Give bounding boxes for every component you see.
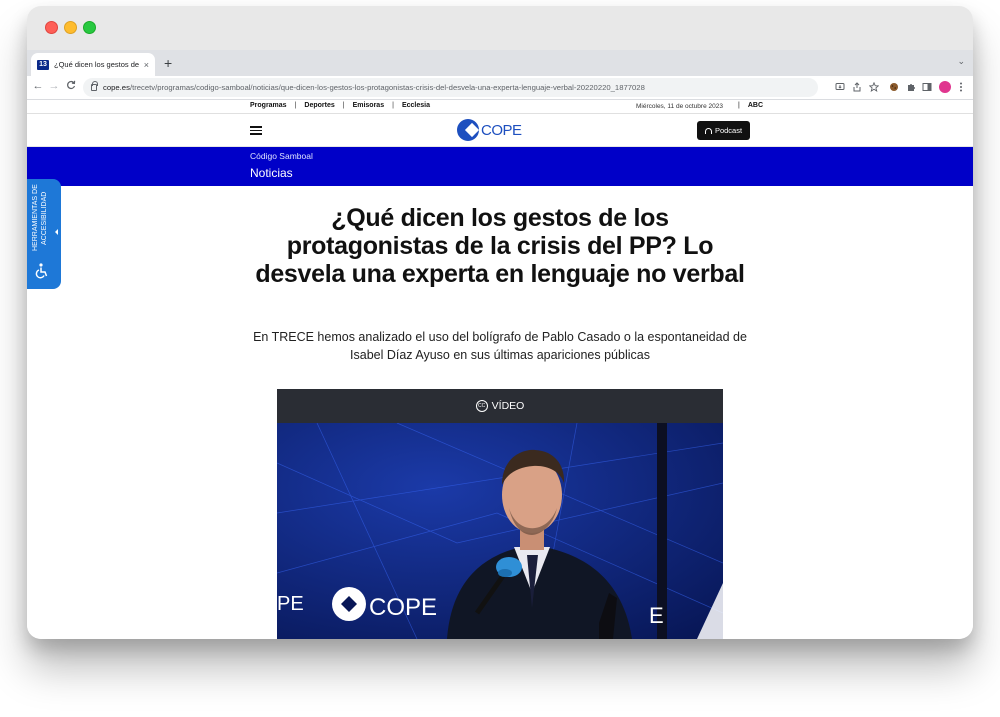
nav-link-programas[interactable]: Programas <box>250 102 287 109</box>
wheelchair-icon <box>35 263 48 279</box>
url-text[interactable]: cope.es/trecetv/programas/codigo-samboal… <box>103 83 645 92</box>
bookmark-star-icon[interactable] <box>868 81 880 94</box>
tab-article[interactable]: 13 ¿Qué dicen los gestos de los protagon… <box>31 53 155 76</box>
hamburger-menu-icon[interactable] <box>250 126 262 135</box>
lock-icon[interactable] <box>91 81 98 91</box>
reload-button[interactable] <box>64 80 78 93</box>
tab-search-chevron-icon[interactable]: ⌄ <box>957 56 965 67</box>
article-headline: ¿Qué dicen los gestos de los protagonist… <box>255 204 745 288</box>
minimize-window-button[interactable] <box>64 21 77 34</box>
program-link[interactable]: Código Samboal <box>250 151 313 161</box>
side-panel-icon[interactable] <box>922 82 932 94</box>
install-app-icon[interactable] <box>835 82 845 94</box>
maximize-window-button[interactable] <box>83 21 96 34</box>
site-header: COPE Podcast <box>27 114 973 147</box>
cope-logo-text: COPE <box>481 121 522 139</box>
video-player[interactable]: CC VÍDEO COPE PE E <box>277 389 723 639</box>
extension-cookie-icon[interactable] <box>889 82 899 94</box>
url-host: cope.es <box>103 83 130 92</box>
abc-link-wrapper: | ABC <box>738 102 763 109</box>
title-bar <box>27 6 973 50</box>
browser-menu-icon[interactable] <box>959 82 963 94</box>
share-icon[interactable] <box>852 82 862 94</box>
tab-close-icon[interactable]: × <box>144 60 149 70</box>
cope-logo-icon <box>457 119 479 141</box>
web-page: Programas | Deportes | Emisoras | Eccles… <box>27 100 973 639</box>
browser-window: 13 ¿Qué dicen los gestos de los protagon… <box>27 6 973 639</box>
backdrop-logo-text: COPE <box>369 594 437 621</box>
podcast-button[interactable]: Podcast <box>697 121 750 140</box>
video-cc-icon: CC <box>475 400 488 412</box>
abc-link[interactable]: ABC <box>748 102 763 109</box>
nav-link-deportes[interactable]: Deportes <box>304 102 334 109</box>
video-thumbnail[interactable]: COPE PE E <box>277 423 723 639</box>
nav-separator: | <box>294 102 297 109</box>
back-button[interactable]: ← <box>31 80 45 92</box>
tab-title: ¿Qué dicen los gestos de los protagonist… <box>54 60 140 69</box>
nav-link-ecclesia[interactable]: Ecclesia <box>402 102 430 109</box>
article-subheadline: En TRECE hemos analizado el uso del bolí… <box>253 330 747 362</box>
top-navigation: Programas | Deportes | Emisoras | Eccles… <box>27 100 973 114</box>
video-header: CC VÍDEO <box>277 389 723 423</box>
browser-toolbar: ← → cope.es/trecetv/programas/codigo-sam… <box>27 76 973 100</box>
profile-avatar[interactable] <box>939 81 951 93</box>
tab-strip: 13 ¿Qué dicen los gestos de los protagon… <box>27 50 973 76</box>
trece-favicon-icon: 13 <box>37 59 49 70</box>
top-nav-links: Programas | Deportes | Emisoras | Eccles… <box>250 102 430 109</box>
url-path: /trecetv/programas/codigo-samboal/notici… <box>129 83 645 92</box>
cope-logo[interactable]: COPE <box>457 119 522 141</box>
backdrop-partial-right: E <box>649 603 664 628</box>
nav-separator: | <box>342 102 345 109</box>
current-date: Miércoles, 11 de octubre 2023 <box>636 103 723 110</box>
video-label: VÍDEO <box>491 400 525 412</box>
accessibility-label: HERRAMIENTAS DE ACCESIBILIDAD <box>32 184 48 252</box>
close-window-button[interactable] <box>45 21 58 34</box>
reload-icon <box>67 80 76 90</box>
backdrop-partial-left: PE <box>277 593 304 615</box>
accessibility-arrow-icon <box>55 229 58 235</box>
section-bar: Código Samboal Noticias <box>27 147 973 186</box>
new-tab-button[interactable]: + <box>164 55 172 71</box>
nav-link-emisoras[interactable]: Emisoras <box>353 102 385 109</box>
podcast-label: Podcast <box>714 126 743 135</box>
forward-button[interactable]: → <box>47 80 61 92</box>
extensions-puzzle-icon[interactable] <box>906 82 916 94</box>
nav-separator: | <box>392 102 394 109</box>
section-title[interactable]: Noticias <box>250 166 293 180</box>
headphones-icon <box>704 127 712 134</box>
accessibility-tools-tab[interactable]: HERRAMIENTAS DE ACCESIBILIDAD <box>27 179 61 289</box>
nav-separator: | <box>738 102 740 109</box>
address-bar[interactable]: cope.es/trecetv/programas/codigo-samboal… <box>83 78 818 97</box>
